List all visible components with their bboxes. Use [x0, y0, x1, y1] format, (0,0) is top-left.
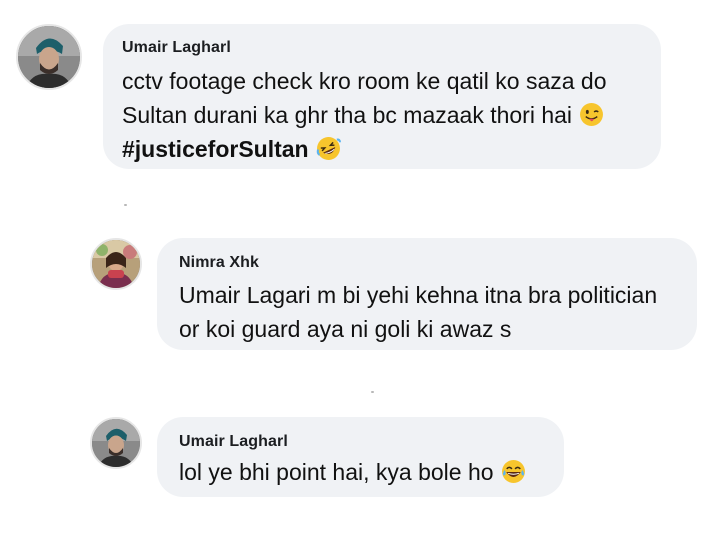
comment-text: Umair Lagari m bi yehi kehna itna bra po… [179, 278, 679, 346]
comment-author[interactable]: Nimra Xhk [179, 254, 679, 272]
avatar[interactable] [16, 24, 82, 90]
comment-bubble: Umair Lagharl lol ye bhi point hai, kya … [157, 417, 564, 497]
compression-artifact [124, 204, 127, 206]
comment-text: cctv footage check kro room ke qatil ko … [122, 64, 643, 166]
comment-line-with-emoji: lol ye bhi point hai, kya bole ho [179, 455, 546, 489]
rolling-laughing-emoji-icon [316, 137, 341, 160]
user-photo [92, 419, 140, 467]
comment-bubble: Nimra Xhk Umair Lagari m bi yehi kehna i… [157, 238, 697, 350]
comment-line: lol ye bhi point hai, kya bole ho [179, 459, 494, 485]
user-photo [18, 26, 80, 88]
tears-of-joy-emoji-icon [501, 460, 525, 483]
hashtag-line: #justiceforSultan [122, 132, 643, 166]
avatar[interactable] [90, 238, 142, 290]
comment-line: or koi guard aya ni goli ki awaz s [179, 316, 512, 342]
comment-author[interactable]: Umair Lagharl [122, 39, 643, 57]
comment-author[interactable]: Umair Lagharl [179, 433, 546, 451]
compression-artifact [371, 391, 374, 393]
winking-tongue-emoji-icon [580, 103, 604, 126]
user-photo [92, 240, 140, 288]
comment-line: Umair Lagari m bi yehi kehna itna bra po… [179, 282, 658, 308]
comment-line: Sultan durani ka ghr tha bc mazaak thori… [122, 102, 573, 128]
hashtag-link[interactable]: #justiceforSultan [122, 136, 309, 162]
comment-text: lol ye bhi point hai, kya bole ho [179, 455, 546, 489]
comment-line: cctv footage check kro room ke qatil ko … [122, 68, 607, 94]
comment-line-with-emoji: Sultan durani ka ghr tha bc mazaak thori… [122, 98, 643, 132]
avatar[interactable] [90, 417, 142, 469]
comment-bubble: Umair Lagharl cctv footage check kro roo… [103, 24, 661, 169]
